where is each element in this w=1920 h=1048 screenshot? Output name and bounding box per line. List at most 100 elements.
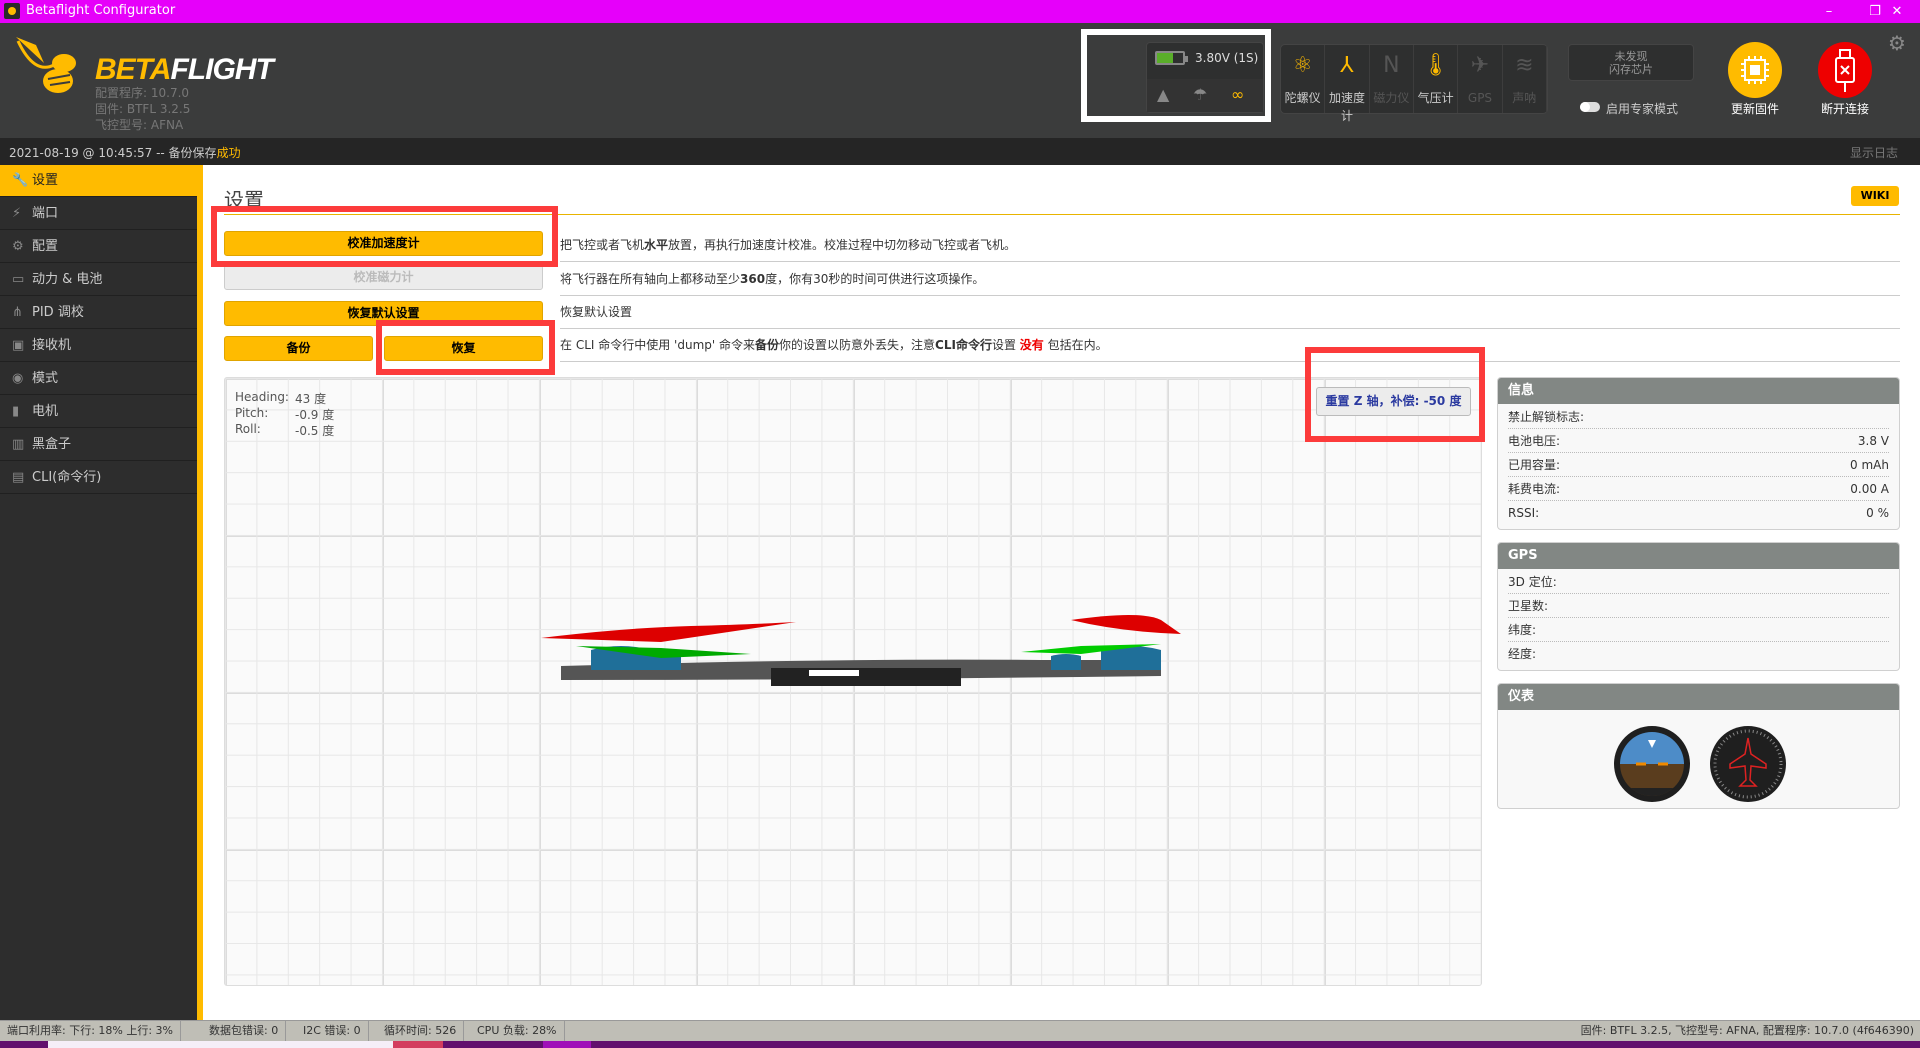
- logo-flight: FLIGHT: [170, 53, 273, 86]
- sidebar-item-label: 黑盒子: [32, 437, 72, 452]
- row-label: 经度:: [1508, 647, 1537, 661]
- calibrate-mag-description: 将飞行器在所有轴向上都移动至少360度，你有30秒的时间可供进行这项操作。: [560, 263, 1900, 296]
- logo-text: BETAFLIGHT: [95, 53, 274, 87]
- sidebar-item-label: 配置: [32, 239, 59, 254]
- packet-errors: 数据包错误: 0: [202, 1021, 287, 1041]
- wiki-button[interactable]: WIKI: [1851, 186, 1899, 206]
- i2c-errors: I2C 错误: 0: [296, 1021, 369, 1041]
- logo-beta: BETA: [95, 53, 171, 86]
- log-status: 成功: [216, 146, 241, 160]
- version-info: 固件: BTFL 3.2.5, 飞控型号: AFNA, 配置程序: 10.7.0…: [1580, 1024, 1914, 1037]
- close-button[interactable]: ✕: [1874, 0, 1920, 23]
- sensor-barometer: 🌡 气压计: [1414, 45, 1459, 113]
- info-row: 耗费电流: 0.00 A: [1508, 477, 1889, 501]
- row-value: 0 %: [1866, 506, 1889, 520]
- blackbox-icon: ▥: [12, 437, 25, 452]
- attitude-indicator-icon: [1614, 726, 1690, 802]
- expert-mode-label: 启用专家模式: [1606, 102, 1679, 116]
- sensor-label: 磁力仪: [1373, 91, 1410, 105]
- row-value: 3.8 V: [1857, 434, 1889, 448]
- gyro-icon: ⚛: [1292, 53, 1313, 78]
- info-panel-title: 信息: [1498, 378, 1899, 404]
- terminal-icon: ▤: [12, 470, 25, 485]
- sensor-label: 加速度计: [1328, 91, 1365, 123]
- magnetometer-icon: N: [1383, 53, 1400, 78]
- info-row: 电池电压: 3.8 V: [1508, 429, 1889, 453]
- motor-icon: ▮: [12, 404, 20, 419]
- backup-description: 在 CLI 命令行中使用 'dump' 命令来备份你的设置以防意外丢失，注意CL…: [560, 329, 1900, 362]
- gear-icon: ⚙: [12, 239, 24, 254]
- highlight-box: [1081, 29, 1271, 122]
- expert-mode-toggle[interactable]: [1580, 102, 1600, 112]
- sidebar-item-6[interactable]: ◉ 模式: [0, 363, 197, 395]
- wrench-icon: 🔧: [12, 173, 29, 188]
- gps-row: 纬度:: [1508, 618, 1889, 642]
- row-label: 禁止解锁标志:: [1508, 410, 1585, 424]
- gps-row: 经度:: [1508, 642, 1889, 666]
- sidebar-item-8[interactable]: ▥ 黑盒子: [0, 429, 197, 461]
- sidebar-item-label: 接收机: [32, 338, 72, 353]
- bee-logo-icon: [16, 37, 76, 93]
- row-value: 0 mAh: [1850, 458, 1889, 472]
- gps-row: 3D 定位:: [1508, 570, 1889, 594]
- annotation-box: [1305, 347, 1485, 442]
- roll-readout: Roll: -0.5 度: [235, 422, 335, 438]
- sidebar-item-2[interactable]: ⚙ 配置: [0, 231, 197, 263]
- row-label: 3D 定位:: [1508, 575, 1557, 589]
- sensor-label: 声呐: [1512, 91, 1537, 105]
- update-firmware-label: 更新固件: [1730, 102, 1779, 116]
- gps-row: 卫星数:: [1508, 594, 1889, 618]
- sidebar-item-0[interactable]: 🔧 设置: [0, 165, 197, 197]
- 3d-model-view[interactable]: Heading: 43 度 Pitch: -0.9 度 Roll: -0.5 度: [224, 377, 1482, 986]
- usb-disconnect-icon: [1835, 49, 1855, 92]
- heading-indicator-icon: [1710, 726, 1786, 802]
- taskbar: [0, 1041, 1920, 1048]
- status-bar: 端口利用率: 下行: 18% 上行: 3% 数据包错误: 0 I2C 错误: 0…: [0, 1020, 1920, 1041]
- show-log-link[interactable]: 显示日志: [1850, 144, 1898, 161]
- update-firmware-button[interactable]: [1728, 42, 1782, 98]
- row-label: 已用容量:: [1508, 458, 1561, 472]
- sensor-label: 气压计: [1417, 91, 1454, 105]
- calibrate-magnetometer-button[interactable]: 校准磁力计: [224, 265, 543, 290]
- barometer-icon: 🌡: [1421, 53, 1450, 78]
- sidebar-item-3[interactable]: ▭ 动力 & 电池: [0, 264, 197, 296]
- log-text: 2021-08-19 @ 10:45:57 -- 备份保存: [9, 146, 217, 160]
- row-label: 卫星数:: [1508, 599, 1549, 613]
- sensor-label: GPS: [1467, 91, 1493, 105]
- reset-description: 恢复默认设置: [560, 296, 1900, 329]
- battery-icon: ▭: [12, 272, 25, 287]
- minimize-button[interactable]: –: [1806, 0, 1852, 23]
- annotation-box: [376, 320, 555, 375]
- sidebar-item-7[interactable]: ▮ 电机: [0, 396, 197, 428]
- settings-gear-icon[interactable]: ⚙: [1888, 31, 1906, 55]
- sensor-accelerometer: ⅄ 加速度计: [1325, 45, 1370, 123]
- flash-chip-status: 未发现 闪存芯片: [1568, 44, 1694, 81]
- window-title: Betaflight Configurator: [26, 3, 176, 18]
- sidebar-item-4[interactable]: ⋔ PID 调校: [0, 297, 197, 329]
- disconnect-button[interactable]: [1818, 42, 1872, 98]
- sidebar-item-9[interactable]: ▤ CLI(命令行): [0, 462, 197, 494]
- row-label: RSSI:: [1508, 506, 1540, 520]
- row-label: 纬度:: [1508, 623, 1537, 637]
- instruments-panel: 仪表: [1497, 683, 1900, 809]
- sidebar-item-5[interactable]: ▣ 接收机: [0, 330, 197, 362]
- disconnect-label: 断开连接: [1820, 102, 1869, 116]
- sidebar: 🔧 设置 ⚡ 端口 ⚙ 配置 ▭ 动力 & 电池 ⋔ PID 调校 ▣ 接收机 ◉ 模式 ▮ 电机 ▥ 黑盒子 ▤ C…: [0, 165, 197, 1020]
- backup-button[interactable]: 备份: [224, 336, 373, 361]
- sidebar-item-label: 动力 & 电池: [32, 272, 103, 287]
- receiver-icon: ▣: [12, 338, 25, 353]
- row-label: 电池电压:: [1508, 434, 1561, 448]
- cycle-time: 循环时间: 526: [377, 1021, 465, 1041]
- pitch-readout: Pitch: -0.9 度: [235, 406, 335, 422]
- gps-icon: ✈: [1470, 53, 1490, 78]
- sidebar-item-label: 端口: [32, 206, 59, 221]
- annotation-box: [211, 206, 558, 267]
- configurator-version: 配置程序: 10.7.0: [95, 86, 190, 100]
- port-utilization: 端口利用率: 下行: 18% 上行: 3%: [0, 1021, 182, 1041]
- sitemap-icon: ⋔: [12, 305, 23, 320]
- row-value: 0.00 A: [1850, 482, 1889, 496]
- gps-panel: GPS 3D 定位: 卫星数: 纬度: 经度:: [1497, 542, 1900, 671]
- sidebar-item-label: 电机: [32, 404, 59, 419]
- sidebar-item-1[interactable]: ⚡ 端口: [0, 198, 197, 230]
- info-panel: 信息 禁止解锁标志: 电池电压: 3.8 V 已用容量: 0 mAh 耗费电流: 0.00 …: [1497, 377, 1900, 530]
